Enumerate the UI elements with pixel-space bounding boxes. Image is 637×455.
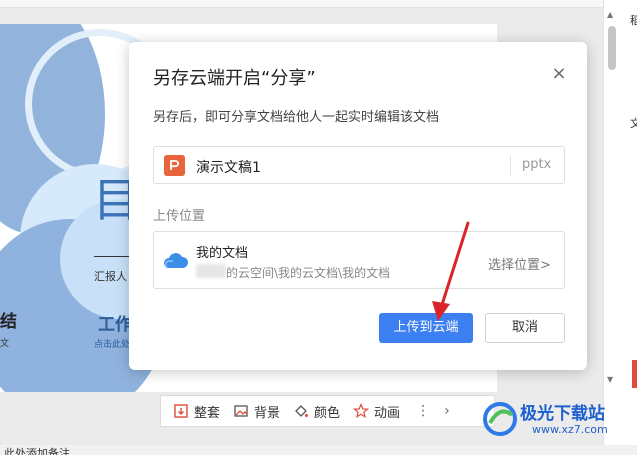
dialog-title: 另存云端开启“分享” [153,68,316,89]
paint-bucket-icon [295,405,309,417]
background-image-icon [234,405,248,417]
field-divider [510,156,511,176]
toolbar-label: 整套 [194,405,221,421]
notes-bar[interactable]: 此处添加备注 [0,445,637,455]
dialog-description: 另存后，即可分享文档给他人一起实时编辑该文档 [153,110,440,125]
right-pane-text: 稻 [630,14,637,27]
slide-left-bold: 结 [0,312,17,332]
slide-divider [94,256,134,257]
next-arrow-icon[interactable]: › [437,403,457,419]
toolbar-background[interactable]: 背景 [229,396,289,426]
more-options-icon[interactable]: ⋮ [409,403,437,419]
close-icon[interactable]: × [549,64,569,84]
notes-placeholder: 此处添加备注 [4,447,70,455]
top-strip [0,0,637,8]
toolbar-template-set[interactable]: 整套 [169,396,229,426]
cloud-icon [164,253,189,269]
side-accent-bar [632,360,637,388]
toolbar-color[interactable]: 颜色 [289,396,349,426]
toolbar-animation[interactable]: 动画 [349,396,409,426]
blurred-username [196,264,226,278]
slide-click-hint: 点击此处 [94,340,131,350]
scroll-down-icon[interactable]: ▼ [607,375,613,384]
file-name: 演示文稿1 [196,160,261,176]
watermark-text: 极光下载站 [520,404,605,424]
star-animation-icon [353,403,370,419]
location-path: 的云空间\我的云文档\我的文档 [226,266,391,280]
file-extension: pptx [522,157,552,172]
slide-work-label: 工作 [98,315,132,335]
file-name-field[interactable]: 演示文稿1 pptx [153,146,565,184]
location-name: 我的文档 [196,246,249,261]
upload-location-label: 上传位置 [153,209,206,224]
slide-left-small: 文 [0,339,10,349]
ppt-file-icon [164,155,185,176]
toolbar-label: 颜色 [314,405,341,421]
cancel-button[interactable]: 取消 [485,313,565,343]
watermark-url: www.xz7.com [532,423,608,436]
upload-location-field[interactable]: 我的文档 的云空间\我的云文档\我的文档 选择位置> [153,231,565,289]
scroll-up-icon[interactable]: ▲ [607,10,613,19]
slide-reporter-label: 汇报人 [94,270,127,283]
upload-to-cloud-button[interactable]: 上传到云端 [379,313,473,343]
save-to-cloud-dialog: 另存云端开启“分享” × 另存后，即可分享文档给他人一起实时编辑该文档 演示文稿… [129,42,587,370]
toolbar-label: 背景 [254,405,281,421]
choose-location-link[interactable]: 选择位置> [488,254,551,273]
template-set-icon [174,404,188,418]
right-pane-text: 文 [630,117,637,130]
site-watermark: 极光下载站 www.xz7.com [480,395,637,445]
scrollbar-thumb[interactable] [608,26,616,70]
slide-bottom-toolbar: 整套 背景 颜色 动画 ⋮ › [160,395,495,427]
watermark-logo-icon [483,402,517,436]
toolbar-label: 动画 [374,405,401,421]
